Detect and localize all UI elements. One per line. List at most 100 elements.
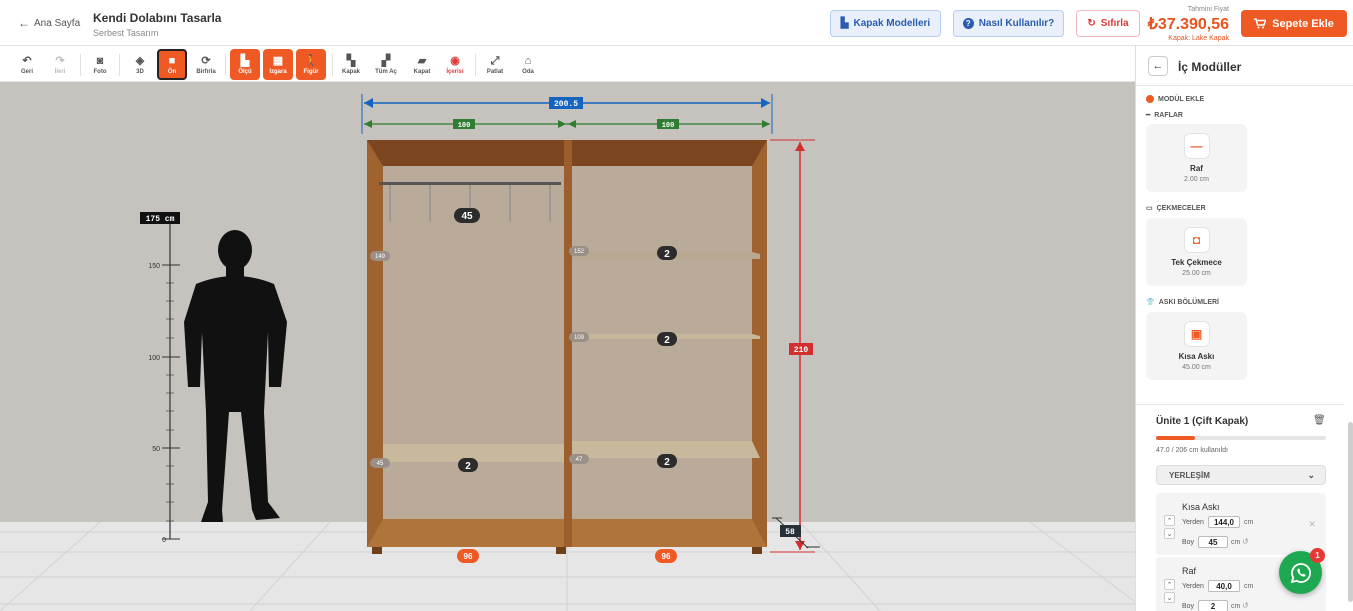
toolbar-divider bbox=[475, 54, 476, 76]
right-width-label: 100 bbox=[662, 122, 675, 130]
undo-button[interactable]: ↶ Geri bbox=[12, 49, 42, 80]
redo-button[interactable]: ↷ İleri bbox=[45, 49, 75, 80]
shelves-heading: ━ RAFLAR bbox=[1146, 111, 1183, 120]
human-height-label: 175 cm bbox=[146, 215, 175, 224]
back-home-label: Ana Sayfa bbox=[34, 17, 81, 29]
placed-module-name: Kısa Askı bbox=[1182, 502, 1220, 512]
pos-label: 109 bbox=[574, 335, 585, 341]
photo-label: Foto bbox=[93, 68, 107, 75]
plus-circle-icon bbox=[1146, 95, 1154, 103]
module-card-drawer[interactable]: ◘ Tek Çekmece 25.00 cm bbox=[1146, 218, 1247, 286]
rotate-button[interactable]: ⟳ Birfırla bbox=[191, 49, 221, 80]
placement-dropdown[interactable]: YERLEŞİM ⌄ bbox=[1156, 465, 1326, 485]
open-all-button[interactable]: ▞ Tüm Aç bbox=[371, 49, 401, 80]
pos-label: 152 bbox=[574, 249, 585, 255]
inside-button[interactable]: ◉ İçerisi bbox=[440, 49, 470, 80]
add-to-cart-button[interactable]: Sepete Ekle bbox=[1241, 10, 1347, 37]
grid-icon: ▦ bbox=[272, 54, 284, 67]
from-floor-label: Yerden bbox=[1182, 583, 1204, 590]
reset-button[interactable]: ↻ Sıfırla bbox=[1076, 10, 1140, 37]
move-down-button[interactable]: ⌄ bbox=[1164, 592, 1175, 603]
move-up-button[interactable]: ⌃ bbox=[1164, 579, 1175, 590]
expand-icon: ⤢ bbox=[490, 54, 500, 67]
camera-icon: ◙ bbox=[96, 54, 104, 67]
size-input[interactable]: 45 bbox=[1198, 536, 1228, 548]
size-label: Boy bbox=[1182, 603, 1195, 610]
module-card-name: Raf bbox=[1190, 164, 1203, 173]
move-up-button[interactable]: ⌃ bbox=[1164, 515, 1175, 526]
arrow-left-icon: ← bbox=[18, 16, 30, 30]
from-floor-input[interactable]: 40,0 bbox=[1208, 580, 1240, 592]
reset-icon: ↻ bbox=[1087, 18, 1096, 29]
reset-size-icon[interactable]: ↺ bbox=[1242, 601, 1249, 610]
pos-label: 47 bbox=[576, 457, 583, 463]
ruler-tick-label: 50 bbox=[152, 446, 160, 453]
depth-label: 58 bbox=[785, 528, 795, 537]
size-label: Boy bbox=[1182, 539, 1195, 546]
explode-button[interactable]: ⤢ Patlat bbox=[480, 49, 510, 80]
back-home-link[interactable]: ← Ana Sayfa bbox=[18, 16, 80, 30]
grid-toggle[interactable]: ▦ Izgara bbox=[263, 49, 293, 80]
unit-usage-bar bbox=[1156, 436, 1326, 440]
unit-usage-text: 47.0 / 206 cm kullanıldı bbox=[1156, 447, 1228, 454]
figure-toggle[interactable]: 🚶 Figür bbox=[296, 49, 326, 80]
measure-toggle[interactable]: ▙ Ölçü bbox=[230, 49, 260, 80]
header: ← Ana Sayfa Kendi Dolabını Tasarla Serbe… bbox=[0, 0, 1353, 46]
unit-label: cm bbox=[1231, 603, 1241, 610]
room-button[interactable]: ⌂ Oda bbox=[513, 49, 543, 80]
title-block: Kendi Dolabını Tasarla Serbest Tasarım bbox=[93, 11, 221, 38]
reset-label: Sıfırla bbox=[1100, 18, 1129, 29]
trash-icon[interactable]: 🗑 bbox=[1313, 415, 1326, 426]
drawers-heading: ▭ ÇEKMECELER bbox=[1146, 204, 1206, 213]
photo-button[interactable]: ◙ Foto bbox=[85, 49, 115, 80]
panel-scrollbar[interactable] bbox=[1348, 422, 1353, 602]
close-button[interactable]: ▰ Kapat bbox=[407, 49, 437, 80]
kapak-models-label: Kapak Modelleri bbox=[853, 18, 931, 29]
from-floor-input[interactable]: 144,0 bbox=[1208, 516, 1240, 528]
hangers-label: ASKI BÖLÜMLERİ bbox=[1158, 298, 1219, 306]
add-to-cart-label: Sepete Ekle bbox=[1272, 17, 1334, 30]
unit-usage-fill bbox=[1156, 436, 1195, 440]
module-card-shelf[interactable]: — Raf 2.00 cm bbox=[1146, 124, 1247, 192]
price-block: Tahmini Fiyat ₺37.390,56 Kapak: Lake Kap… bbox=[1148, 6, 1229, 42]
human-silhouette bbox=[184, 230, 287, 522]
toolbar-divider bbox=[80, 54, 81, 76]
vest-icon: ▣ bbox=[1183, 321, 1210, 347]
bottom-left-badge: 96 bbox=[464, 552, 473, 561]
reset-size-icon[interactable]: ↺ bbox=[1242, 537, 1249, 546]
hangers-heading: 👕 ASKI BÖLÜMLERİ bbox=[1146, 298, 1219, 307]
wardrobe bbox=[367, 140, 767, 554]
shelf-count-badge: 2 bbox=[664, 335, 670, 346]
redo-label: İleri bbox=[54, 68, 66, 75]
bottom-right-badge: 96 bbox=[662, 552, 671, 561]
door-button[interactable]: ▚ Kapak bbox=[336, 49, 366, 80]
whatsapp-icon bbox=[1290, 562, 1311, 583]
front-square-icon: ■ bbox=[168, 54, 176, 67]
shirt-icon: 👕 bbox=[1146, 299, 1155, 306]
view-3d-button[interactable]: ◈ 3D bbox=[125, 49, 155, 80]
ruler-tick-label: 100 bbox=[148, 355, 160, 362]
help-button[interactable]: ? Nasıl Kullanılır? bbox=[953, 10, 1064, 37]
height-ruler: 150 100 50 0 175 cm bbox=[140, 212, 180, 544]
module-card-hanger[interactable]: ▣ Kısa Askı 45.00 cm bbox=[1146, 312, 1247, 380]
add-module-label: MODÜL EKLE bbox=[1158, 95, 1205, 103]
toolbar: ↶ Geri ↷ İleri ◙ Foto ◈ 3D ■ Ön ⟳ Birfırla ▙ Öl… bbox=[0, 46, 1135, 82]
move-down-button[interactable]: ⌄ bbox=[1164, 528, 1175, 539]
room-label: Oda bbox=[522, 68, 534, 75]
undo-icon: ↶ bbox=[22, 54, 32, 67]
pos-label: 45 bbox=[377, 461, 384, 467]
price-label: Tahmini Fiyat bbox=[1187, 6, 1229, 13]
panel-back-button[interactable]: ← bbox=[1148, 56, 1168, 76]
drawers-label: ÇEKMECELER bbox=[1156, 204, 1206, 212]
shelf-count-badge: 2 bbox=[664, 457, 670, 468]
width-dimensions: 200.5 100 100 bbox=[361, 94, 773, 134]
kapak-models-button[interactable]: ▙ Kapak Modelleri bbox=[830, 10, 941, 37]
shelf-count-badge: 2 bbox=[664, 249, 670, 260]
size-input[interactable]: 2 bbox=[1198, 600, 1228, 611]
unit-label: cm bbox=[1244, 519, 1254, 526]
remove-module-icon[interactable]: ✕ bbox=[1308, 519, 1316, 530]
design-canvas[interactable]: 150 100 50 0 175 cm 149 45 152 109 47 45… bbox=[0, 82, 1135, 611]
price-value: ₺37.390,56 bbox=[1147, 16, 1229, 33]
view-front-button[interactable]: ■ Ön bbox=[157, 49, 187, 80]
redo-icon: ↷ bbox=[55, 54, 65, 67]
